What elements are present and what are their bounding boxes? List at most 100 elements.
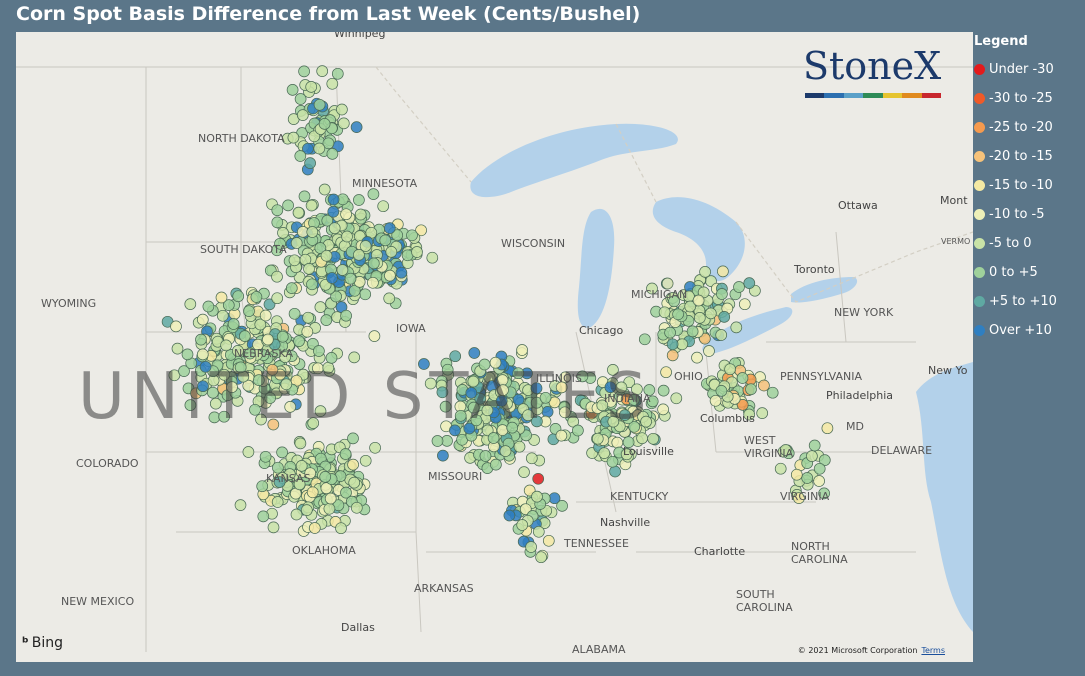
basis-point[interactable] — [598, 447, 611, 459]
basis-point[interactable] — [196, 348, 209, 361]
basis-point[interactable] — [715, 385, 728, 397]
basis-point[interactable] — [294, 437, 307, 450]
basis-point[interactable] — [733, 281, 745, 293]
basis-point[interactable] — [724, 363, 736, 376]
legend-item[interactable]: -20 to -15 — [974, 142, 1084, 171]
basis-point[interactable] — [306, 486, 319, 499]
basis-point[interactable] — [215, 291, 228, 304]
basis-point[interactable] — [790, 468, 803, 481]
basis-point[interactable] — [730, 321, 743, 334]
basis-point[interactable] — [277, 227, 289, 239]
basis-point[interactable] — [369, 441, 381, 454]
basis-point[interactable] — [774, 462, 787, 475]
basis-point[interactable] — [738, 298, 751, 311]
basis-point[interactable] — [518, 466, 530, 478]
basis-point[interactable] — [657, 403, 669, 416]
basis-point[interactable] — [340, 208, 352, 221]
basis-point[interactable] — [326, 272, 338, 284]
basis-point[interactable] — [709, 394, 722, 407]
basis-point[interactable] — [385, 246, 398, 258]
basis-point[interactable] — [239, 330, 251, 342]
basis-point[interactable] — [686, 325, 699, 338]
basis-point[interactable] — [262, 333, 274, 346]
basis-point[interactable] — [670, 392, 683, 405]
basis-point[interactable] — [367, 276, 379, 289]
legend-item[interactable]: Under -30 — [974, 55, 1084, 84]
basis-point[interactable] — [548, 492, 561, 505]
basis-point[interactable] — [276, 446, 288, 459]
basis-point[interactable] — [298, 190, 311, 203]
basis-point[interactable] — [318, 118, 331, 130]
basis-point[interactable] — [306, 226, 319, 238]
basis-point[interactable] — [326, 148, 339, 160]
basis-point[interactable] — [294, 150, 307, 162]
basis-point[interactable] — [664, 326, 676, 339]
basis-point[interactable] — [327, 205, 340, 218]
basis-point[interactable] — [227, 318, 240, 330]
basis-point[interactable] — [324, 492, 337, 505]
basis-point[interactable] — [353, 194, 365, 206]
basis-point[interactable] — [305, 81, 318, 93]
basis-point[interactable] — [313, 345, 325, 357]
basis-point[interactable] — [359, 454, 372, 467]
basis-point[interactable] — [535, 551, 547, 564]
basis-point[interactable] — [250, 291, 263, 303]
basis-point[interactable] — [347, 458, 359, 471]
basis-point[interactable] — [703, 345, 715, 357]
basis-point[interactable] — [377, 200, 390, 213]
basis-point[interactable] — [531, 490, 543, 503]
basis-point[interactable] — [288, 307, 301, 320]
basis-point[interactable] — [259, 450, 272, 463]
basis-point[interactable] — [367, 188, 380, 200]
basis-point[interactable] — [319, 471, 332, 483]
basis-point[interactable] — [745, 383, 757, 396]
basis-point[interactable] — [704, 307, 717, 320]
basis-point[interactable] — [611, 436, 624, 449]
basis-point[interactable] — [287, 131, 300, 144]
basis-point[interactable] — [313, 98, 326, 111]
basis-point[interactable] — [715, 329, 728, 341]
basis-point[interactable] — [341, 230, 353, 243]
legend-item[interactable]: +5 to +10 — [974, 287, 1084, 316]
basis-point[interactable] — [243, 305, 255, 317]
basis-point[interactable] — [525, 452, 538, 465]
basis-point[interactable] — [308, 522, 321, 534]
basis-point[interactable] — [368, 330, 381, 342]
basis-point[interactable] — [340, 309, 352, 322]
basis-point[interactable] — [609, 465, 621, 478]
basis-point[interactable] — [350, 121, 363, 133]
basis-point[interactable] — [320, 314, 333, 326]
basis-point[interactable] — [303, 263, 315, 275]
basis-point[interactable] — [691, 351, 703, 364]
map-canvas[interactable]: UNITED STATES Winnipeg NORTH DAKOTA MINN… — [16, 32, 973, 662]
basis-point[interactable] — [359, 240, 372, 252]
legend-item[interactable]: -25 to -20 — [974, 113, 1084, 142]
basis-point[interactable] — [513, 440, 526, 453]
basis-point[interactable] — [672, 308, 684, 321]
basis-point[interactable] — [516, 344, 528, 356]
basis-point[interactable] — [806, 450, 818, 462]
basis-point[interactable] — [170, 320, 182, 333]
basis-point[interactable] — [195, 333, 207, 346]
basis-point[interactable] — [344, 272, 357, 285]
basis-point[interactable] — [234, 499, 247, 511]
basis-point[interactable] — [801, 472, 814, 484]
basis-point[interactable] — [220, 339, 232, 352]
basis-point[interactable] — [525, 541, 537, 553]
basis-point[interactable] — [348, 476, 361, 489]
basis-point[interactable] — [339, 448, 352, 460]
basis-point[interactable] — [271, 270, 283, 283]
basis-point[interactable] — [293, 335, 305, 347]
basis-point[interactable] — [337, 117, 350, 130]
basis-point[interactable] — [242, 446, 255, 458]
basis-point[interactable] — [718, 311, 731, 323]
basis-point[interactable] — [286, 84, 299, 96]
basis-point[interactable] — [304, 157, 316, 169]
basis-point[interactable] — [285, 282, 298, 294]
basis-point[interactable] — [331, 67, 344, 80]
basis-point[interactable] — [259, 309, 272, 322]
basis-point[interactable] — [367, 257, 380, 270]
terms-link[interactable]: Terms — [921, 646, 945, 655]
basis-point[interactable] — [350, 501, 363, 514]
basis-point[interactable] — [335, 522, 347, 535]
